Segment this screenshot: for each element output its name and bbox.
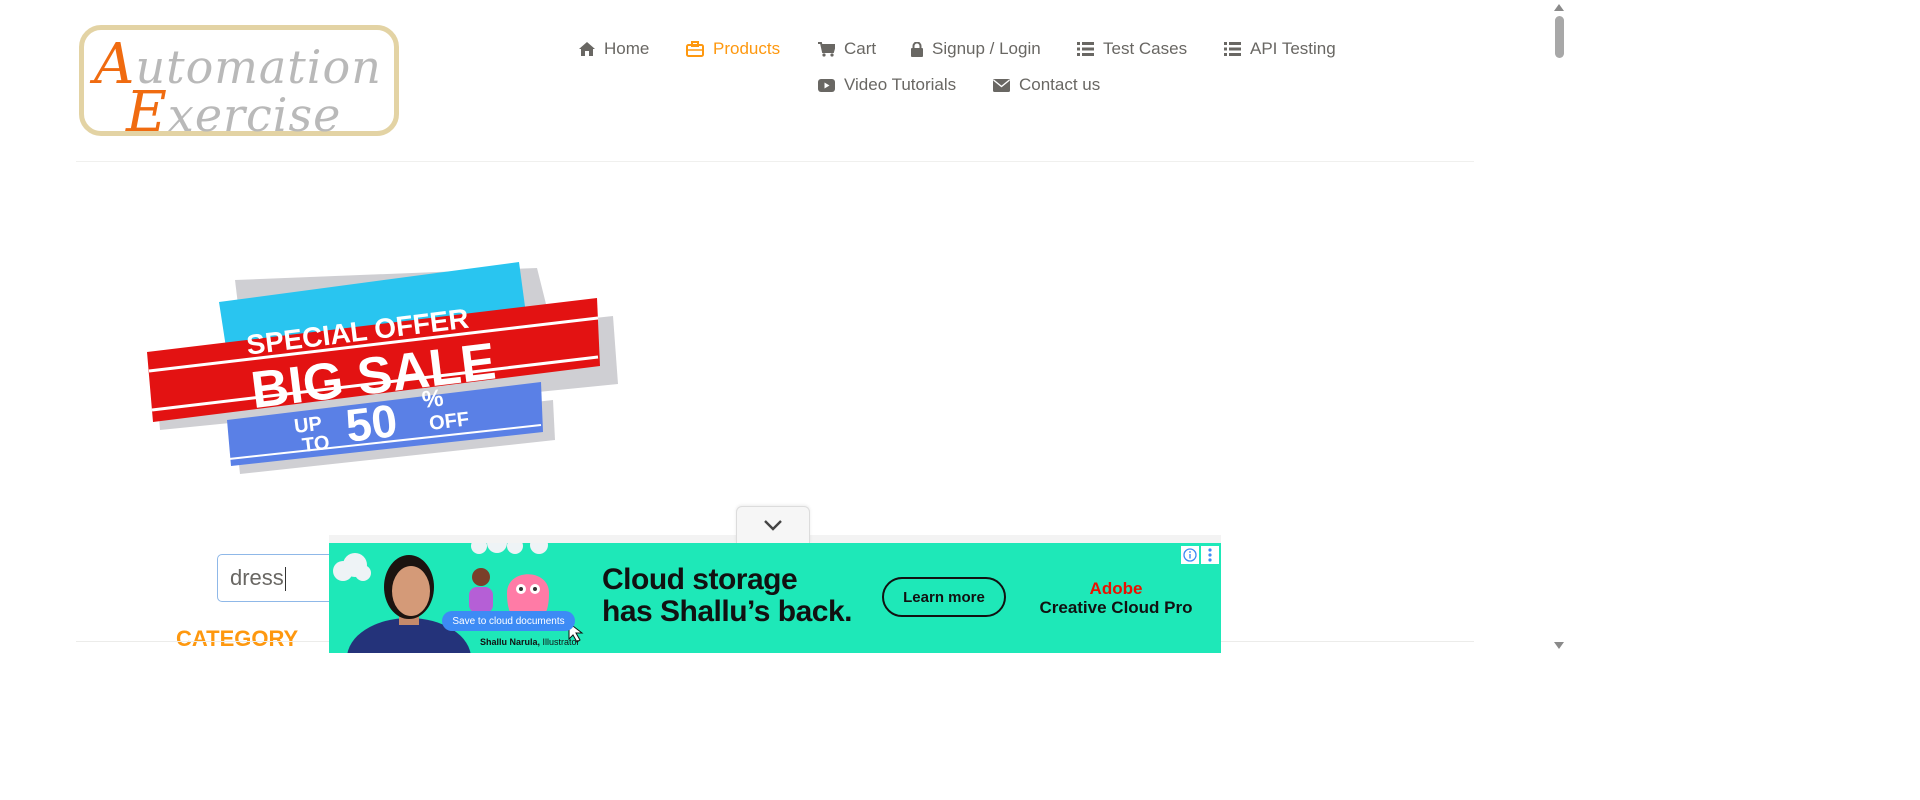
envelope-icon <box>993 78 1010 92</box>
page-scrollbar[interactable] <box>1550 0 1568 653</box>
header-divider <box>76 161 1474 162</box>
nav-cart-label: Cart <box>844 39 877 58</box>
lock-icon <box>911 41 923 57</box>
search-input-value: dress <box>230 565 284 590</box>
youtube-play-icon <box>818 78 835 92</box>
sale-banner: SPECIAL OFFER BIG SALE UP TO 50 % OFF <box>147 262 618 474</box>
banner-to: TO <box>301 432 331 457</box>
ad-brand: Adobe Creative Cloud Pro <box>1039 579 1193 618</box>
scroll-down-arrow-icon[interactable] <box>1554 642 1564 649</box>
scroll-up-arrow-icon[interactable] <box>1554 4 1564 11</box>
scrollbar-thumb[interactable] <box>1555 16 1564 58</box>
category-heading: CATEGORY <box>176 626 299 651</box>
nav-contact-us-label: Contact us <box>1019 75 1101 94</box>
nav-signup-login[interactable]: Signup / Login <box>911 39 1041 59</box>
list-icon <box>1077 42 1094 56</box>
home-icon <box>579 42 595 56</box>
nav-contact-us[interactable]: Contact us <box>993 75 1100 95</box>
ad-banner[interactable]: Save to cloud documents Shallu Narula, I… <box>329 543 1221 653</box>
banner-fifty: 50 <box>343 394 400 452</box>
more-vertical-icon <box>1208 548 1212 562</box>
ad-learn-more-button[interactable]: Learn more <box>882 577 1006 617</box>
nav-test-cases[interactable]: Test Cases <box>1077 39 1187 59</box>
nav-signup-login-label: Signup / Login <box>932 39 1041 58</box>
nav-home[interactable]: Home <box>579 39 649 59</box>
nav-test-cases-label: Test Cases <box>1103 39 1188 58</box>
banner-percent: % <box>420 385 444 414</box>
nav-products[interactable]: Products <box>686 39 780 59</box>
nav-api-testing[interactable]: API Testing <box>1224 39 1336 59</box>
info-icon <box>1183 548 1197 562</box>
nav-video-tutorials[interactable]: Video Tutorials <box>818 75 956 95</box>
site-logo[interactable]: Automation Exercise <box>79 25 399 145</box>
briefcase-icon <box>686 41 704 57</box>
logo-line-2: Exercise <box>126 80 342 145</box>
cloud-icon <box>333 543 548 581</box>
nav-products-label: Products <box>713 39 781 58</box>
nav-api-testing-label: API Testing <box>1250 39 1336 58</box>
ad-info-button[interactable] <box>1181 546 1199 564</box>
chevron-down-icon <box>764 520 782 531</box>
ad-headline: Cloud storage has Shallu’s back. <box>602 563 853 628</box>
ad-chip: Save to cloud documents <box>442 611 575 631</box>
ad-options-button[interactable] <box>1201 546 1219 564</box>
ad-collapse-button[interactable] <box>736 506 810 543</box>
text-caret <box>284 567 286 592</box>
nav-cart[interactable]: Cart <box>818 39 876 59</box>
nav-home-label: Home <box>604 39 650 58</box>
list-icon <box>1224 42 1241 56</box>
ad-credit: Shallu Narula, Illustrator <box>480 637 580 647</box>
nav-video-tutorials-label: Video Tutorials <box>844 75 957 94</box>
cart-icon <box>818 41 835 57</box>
